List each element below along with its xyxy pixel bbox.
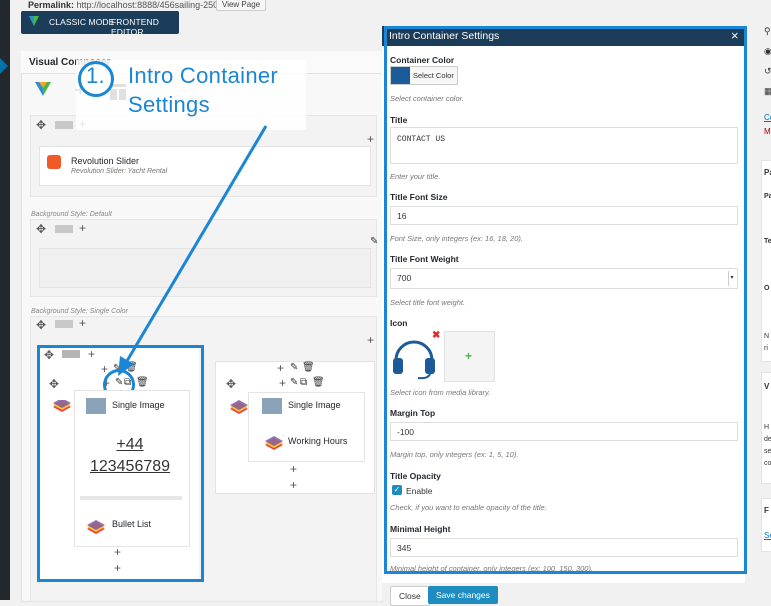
move-icon[interactable]: ✥ xyxy=(36,318,46,332)
background-style-label: Background Style: Default xyxy=(31,211,112,218)
box-title: V xyxy=(764,382,770,391)
add-icon[interactable]: + xyxy=(367,132,374,146)
admin-sidebar xyxy=(0,0,10,600)
parent-label: Pa xyxy=(764,193,771,200)
add-icon[interactable]: + xyxy=(290,478,297,492)
add-column-icon[interactable]: + xyxy=(79,316,86,330)
column-layout-icon[interactable] xyxy=(55,225,73,233)
step-number: 1. xyxy=(86,63,105,88)
set-featured-image-link[interactable]: Se xyxy=(764,531,771,540)
permalink-label: Permalink: xyxy=(28,0,75,10)
element-title: Single Image xyxy=(288,400,341,410)
help-text: de xyxy=(764,436,771,443)
eye-icon: ◉ xyxy=(764,46,771,56)
add-column-icon[interactable]: + xyxy=(79,221,86,235)
annotation-arrow xyxy=(118,125,268,376)
column-layout-icon[interactable] xyxy=(55,320,73,328)
vc-logo-icon[interactable] xyxy=(35,80,51,96)
edit-icon[interactable]: ✎ xyxy=(290,362,298,373)
help-text: H xyxy=(764,424,770,431)
permalink-url[interactable]: http://localhost:8888/456sailing-2503/ xyxy=(77,0,226,10)
add-icon[interactable]: + xyxy=(277,361,284,375)
close-button[interactable]: Close xyxy=(390,586,430,606)
vc-logo-icon xyxy=(29,16,39,26)
history-icon: ↺ xyxy=(764,66,771,76)
highlight-box xyxy=(37,345,204,582)
calendar-icon: ▦ xyxy=(764,86,771,96)
delete-icon[interactable]: 🗑 xyxy=(312,377,325,388)
view-page-button[interactable]: View Page xyxy=(216,0,267,11)
permalink-row: Permalink: http://localhost:8888/456sail… xyxy=(28,0,226,10)
layers-icon xyxy=(230,400,248,414)
order-label: O xyxy=(764,285,770,292)
edit-icon[interactable]: ✎ xyxy=(370,236,378,247)
delete-icon[interactable]: 🗑 xyxy=(302,362,315,373)
move-icon[interactable]: ✥ xyxy=(36,222,46,236)
add-icon[interactable]: + xyxy=(290,462,297,476)
need-help-text-2: ri xyxy=(764,345,768,352)
move-icon[interactable]: ✥ xyxy=(36,118,46,132)
image-thumbnail xyxy=(262,398,282,414)
need-help-text: N xyxy=(764,333,770,340)
box-title: F xyxy=(764,506,769,515)
current-menu-arrow-icon xyxy=(0,58,8,74)
column-layout-icon[interactable] xyxy=(55,121,73,129)
box-title: Pa xyxy=(764,168,771,177)
edit-icon[interactable]: ✎ xyxy=(290,377,298,388)
editor-mode-bar: CLASSIC MODE FRONTEND EDITOR xyxy=(21,11,179,37)
annotation-line-1: Intro Container xyxy=(128,63,279,88)
add-icon[interactable]: + xyxy=(279,376,286,390)
clone-icon[interactable]: ⧉ xyxy=(300,377,307,388)
page-attributes-box xyxy=(761,160,771,362)
move-to-trash-link[interactable]: M xyxy=(764,127,771,136)
template-label: Te xyxy=(764,238,771,245)
save-changes-button[interactable]: Save changes xyxy=(428,586,498,604)
copy-link[interactable]: Co xyxy=(764,113,771,122)
pin-icon: ⚲ xyxy=(764,26,771,36)
classic-mode-button[interactable]: CLASSIC MODE xyxy=(49,17,114,27)
modal-highlight-box xyxy=(384,26,747,574)
element-title: Working Hours xyxy=(288,436,348,446)
help-text: co xyxy=(764,460,771,467)
revolution-slider-icon xyxy=(47,155,61,169)
annotation-line-2: Settings xyxy=(128,92,210,117)
layers-icon xyxy=(265,436,283,450)
help-text: se xyxy=(764,448,771,455)
frontend-editor-button[interactable]: FRONTEND EDITOR xyxy=(111,17,179,37)
add-icon[interactable]: + xyxy=(367,333,374,347)
